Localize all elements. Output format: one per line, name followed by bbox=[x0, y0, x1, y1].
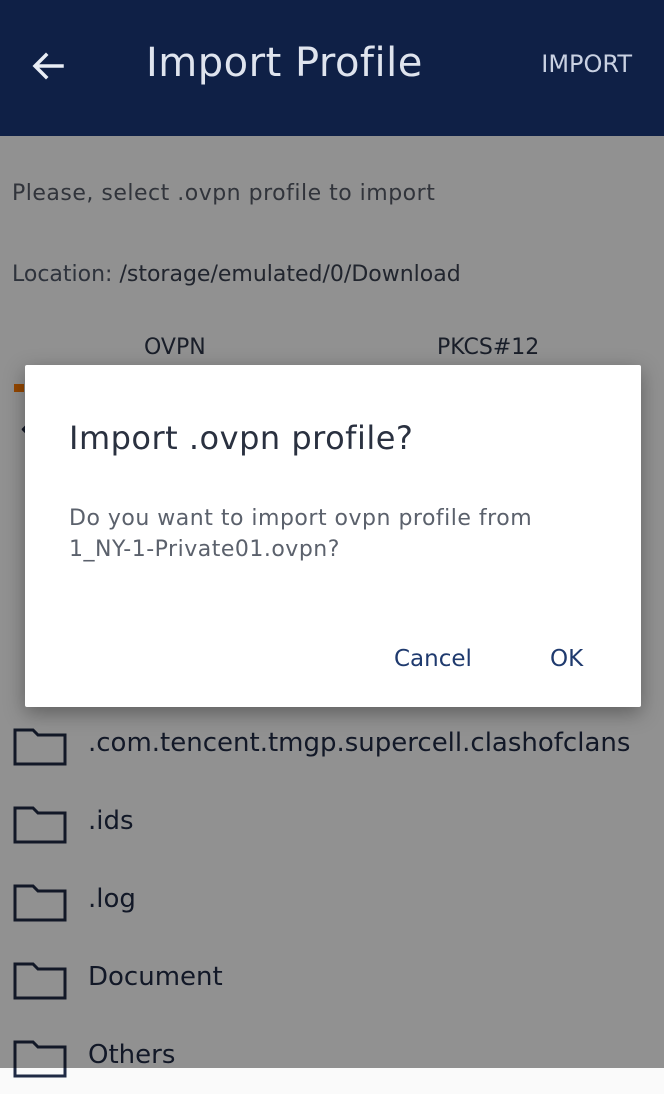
app-bar: Import Profile IMPORT bbox=[0, 0, 664, 136]
import-confirm-dialog: Import .ovpn profile? Do you want to imp… bbox=[25, 365, 641, 707]
cancel-button[interactable]: Cancel bbox=[394, 646, 472, 672]
back-button[interactable] bbox=[22, 40, 74, 92]
page-title: Import Profile bbox=[146, 40, 423, 86]
ok-button[interactable]: OK bbox=[550, 646, 583, 672]
dialog-title: Import .ovpn profile? bbox=[69, 419, 414, 457]
dialog-message: Do you want to import ovpn profile from … bbox=[69, 506, 533, 562]
arrow-left-icon bbox=[32, 52, 64, 80]
import-button[interactable]: IMPORT bbox=[541, 50, 632, 78]
